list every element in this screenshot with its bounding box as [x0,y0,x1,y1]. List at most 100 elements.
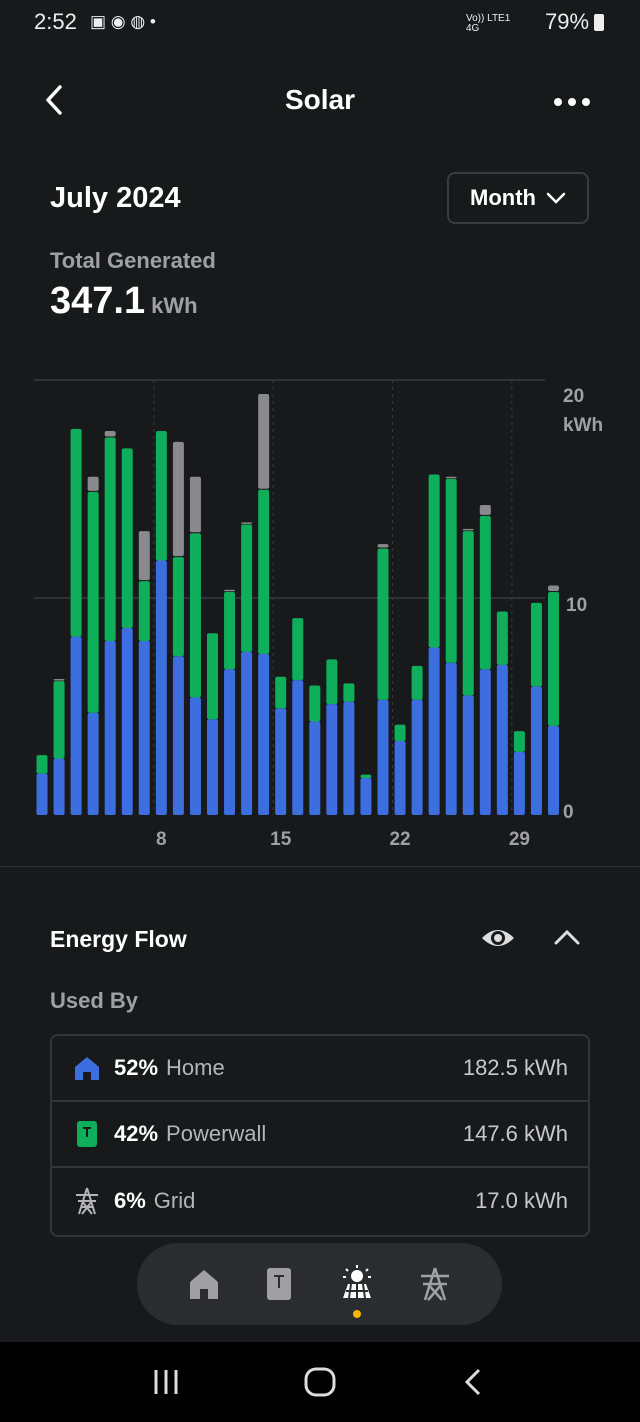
chevron-up-icon [554,929,580,945]
period-selector[interactable]: Month [447,172,589,224]
bar-day-12-powerwall [224,591,236,670]
y-tick-0: 0 [563,802,574,823]
bar-day-9-powerwall [172,557,184,657]
nav-home-icon[interactable] [187,1267,221,1301]
status-bar: 2:52 ▣ ◉ ◍ • Vo)) LTE1 4G 79% [0,0,640,45]
bar-day-28-home [496,664,508,815]
bar-day-16-powerwall [292,618,304,681]
home-icon [75,1057,99,1080]
collapse-button[interactable] [552,922,582,957]
bar-day-14-home [258,654,270,815]
network-indicator: Vo)) LTE1 4G [466,13,511,34]
bar-day-1-powerwall [36,755,48,774]
bar-day-20-powerwall [360,774,372,779]
powerwall-label: Powerwall [166,1121,267,1146]
bar-day-8-powerwall [155,431,167,561]
bar-day-21-grid [377,544,389,548]
grid-label: Grid [153,1188,196,1213]
bar-day-23-home [411,699,423,815]
home-value: 182.5 kWh [462,1055,568,1080]
bar-day-24-home [428,647,440,815]
more-horizontal-icon [554,98,590,106]
bar-day-26-home [462,695,474,815]
home-button[interactable] [303,1365,337,1399]
visibility-toggle[interactable] [480,920,516,961]
bar-day-26-grid [462,528,474,531]
bar-day-23-powerwall [411,665,423,700]
nav-powerwall-icon[interactable] [262,1266,296,1302]
bar-day-4-home [87,712,99,815]
total-value: 347.1 [50,280,146,322]
x-tick-29: 29 [509,829,530,850]
used-by-list: 52% Home 182.5 kWh 42% Powerwall 147.6 k… [50,1034,590,1237]
grid-percent: 6% [114,1188,146,1213]
bar-day-25-home [445,662,457,815]
list-item-powerwall[interactable]: 42% Powerwall 147.6 kWh [52,1102,588,1168]
back-nav-button[interactable] [459,1367,489,1397]
bar-day-6-powerwall [121,448,133,628]
list-item-home[interactable]: 52% Home 182.5 kWh [52,1036,588,1102]
bar-day-10-home [189,697,201,815]
x-tick-22: 22 [389,829,410,850]
status-time: 2:52 [34,9,77,34]
bar-day-8-home [155,560,167,815]
solar-bar-chart: 20 kWh 10 0 8 15 22 29 [34,379,603,850]
bar-day-27-powerwall [479,515,491,670]
nav-solar-tab[interactable] [337,1264,377,1318]
bar-day-24-powerwall [428,474,440,648]
bar-day-25-grid [445,476,457,479]
chevron-down-icon [546,192,566,204]
battery-level: 79% [545,9,590,34]
bar-day-9-grid [172,441,184,557]
bar-day-31-home [548,725,559,815]
period-selector-value: Month [470,185,536,210]
bar-day-12-grid [224,589,236,592]
bar-day-19-home [343,701,355,815]
y-tick-20: 20 [563,386,584,407]
bar-day-15-home [275,708,287,815]
bar-day-2-home [53,758,65,815]
bar-day-2-powerwall [53,681,65,759]
x-tick-15: 15 [270,829,292,850]
bar-day-22-home [394,741,406,815]
bar-day-3-powerwall [70,428,82,637]
bar-day-13-grid [241,522,253,524]
nav-grid-tower-icon[interactable] [418,1266,452,1302]
bar-day-5-home [104,641,116,815]
more-options-button[interactable] [552,80,592,132]
system-nav-bar [0,1342,640,1422]
total-generated-label: Total Generated [50,248,216,273]
active-indicator [352,1309,361,1318]
bar-day-10-grid [189,476,201,533]
battery-icon [594,14,604,31]
y-unit: kWh [563,415,603,436]
bar-day-14-grid [258,394,270,489]
bar-day-5-powerwall [104,437,116,641]
bar-day-16-home [292,680,304,815]
page-title: Solar [284,84,356,115]
bar-day-26-powerwall [462,531,474,696]
total-unit: kWh [151,293,198,318]
bar-day-18-home [326,704,338,815]
bar-day-30-powerwall [530,602,542,687]
bar-day-21-powerwall [377,548,389,700]
notification-icons: ▣ ◉ ◍ • [90,12,156,31]
bar-day-9-home [172,656,184,815]
bar-day-3-home [70,636,82,815]
bar-day-13-home [241,651,253,815]
powerwall-percent: 42% [114,1121,159,1146]
bar-day-29-home [513,751,525,815]
used-by-label: Used By [50,988,139,1013]
x-tick-8: 8 [156,829,167,850]
total-generated-value: 347.1 kWh [50,280,198,323]
grid-value: 17.0 kWh [475,1188,568,1213]
bar-day-18-powerwall [326,659,338,705]
recent-apps-button[interactable] [151,1367,181,1397]
bar-day-11-home [207,719,218,815]
bar-day-31-grid [548,585,559,591]
list-item-grid[interactable]: 6% Grid 17.0 kWh [52,1168,588,1234]
bar-day-31-powerwall [548,591,559,726]
bar-day-15-powerwall [275,676,287,709]
bar-day-30-home [530,686,542,815]
powerwall-icon [77,1121,97,1147]
